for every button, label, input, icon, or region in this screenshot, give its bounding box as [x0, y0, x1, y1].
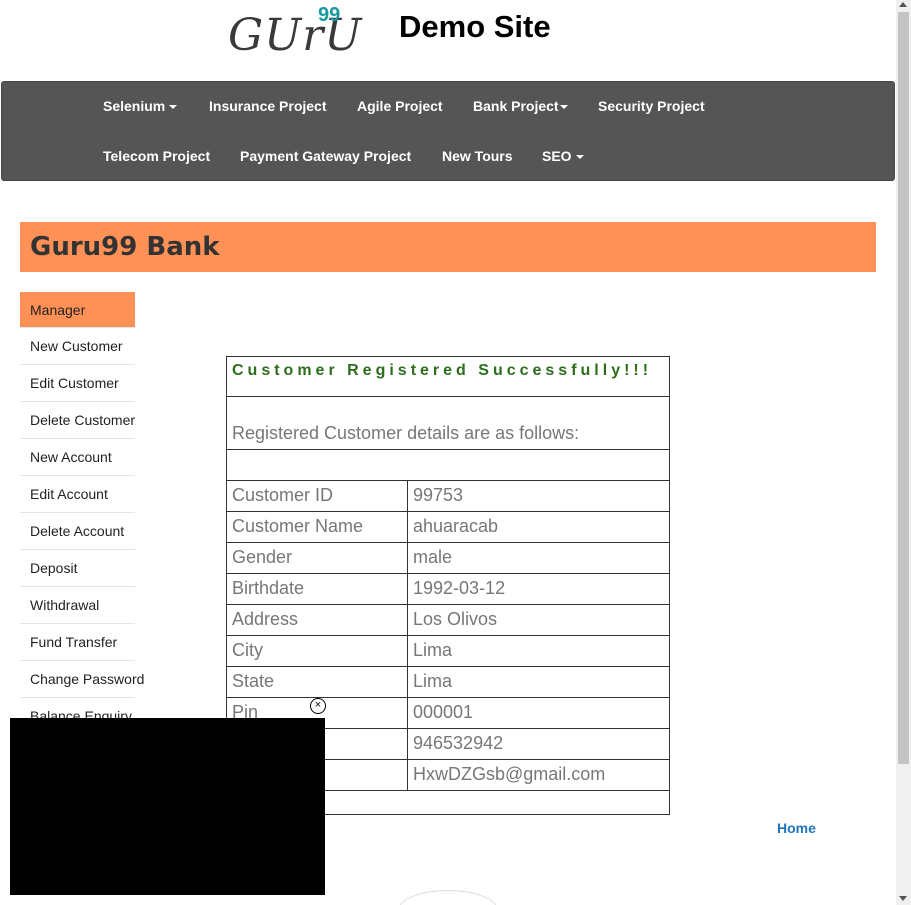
- nav-bank-project[interactable]: Bank Project: [473, 98, 568, 114]
- table-row: City Lima: [227, 636, 669, 667]
- nav-label: Agile Project: [357, 98, 443, 114]
- nav-insurance-project[interactable]: Insurance Project: [209, 98, 327, 114]
- row-key: City: [232, 640, 263, 660]
- nav-label: SEO: [542, 148, 572, 164]
- column-divider: [407, 543, 408, 573]
- caret-down-icon: [575, 155, 584, 160]
- row-key: Birthdate: [232, 578, 305, 598]
- details-intro: Registered Customer details are as follo…: [227, 397, 669, 450]
- table-row: Address Los Olivos: [227, 605, 669, 636]
- logo-superscript: 99: [318, 4, 341, 26]
- sidebar-item-new-customer[interactable]: New Customer: [20, 328, 135, 365]
- guru99-logo[interactable]: GUrU 99: [226, 4, 366, 61]
- row-key: Address: [232, 609, 299, 629]
- nav-label: Selenium: [103, 98, 166, 114]
- caret-down-icon: [169, 105, 178, 110]
- table-row: Gender male: [227, 543, 669, 574]
- top-navbar: Selenium Insurance Project Agile Project…: [1, 81, 895, 181]
- row-value: Lima: [413, 671, 453, 691]
- table-row: Customer ID 99753: [227, 481, 669, 512]
- nav-new-tours[interactable]: New Tours: [442, 148, 513, 164]
- nav-label: New Tours: [442, 148, 513, 164]
- close-icon[interactable]: ×: [310, 698, 326, 714]
- site-title: Demo Site: [399, 9, 551, 44]
- nav-label: Payment Gateway Project: [240, 148, 412, 164]
- sidebar-item-fund-transfer[interactable]: Fund Transfer: [20, 624, 135, 661]
- spacer-row: [227, 450, 669, 481]
- column-divider: [407, 512, 408, 542]
- column-divider: [407, 574, 408, 604]
- sidebar-menu: Manager New Customer Edit Customer Delet…: [20, 292, 144, 735]
- scroll-up-icon[interactable]: [899, 2, 907, 7]
- nav-selenium[interactable]: Selenium: [103, 98, 178, 114]
- bank-title: Guru99 Bank: [30, 232, 220, 262]
- success-heading: Customer Registered Successfully!!!: [227, 357, 669, 397]
- nav-agile-project[interactable]: Agile Project: [357, 98, 443, 114]
- column-divider: [407, 667, 408, 697]
- scroll-thumb[interactable]: [898, 12, 909, 764]
- sidebar-item-delete-account[interactable]: Delete Account: [20, 513, 135, 550]
- sidebar-item-edit-account[interactable]: Edit Account: [20, 476, 135, 513]
- sidebar-item-new-account[interactable]: New Account: [20, 439, 135, 476]
- table-row: Customer Name ahuaracab: [227, 512, 669, 543]
- row-value: ahuaracab: [413, 516, 499, 536]
- row-value: male: [413, 547, 453, 567]
- sidebar-item-change-password[interactable]: Change Password: [20, 661, 144, 698]
- row-value: HxwDZGsb@gmail.com: [413, 764, 606, 784]
- column-divider: [407, 636, 408, 666]
- column-divider: [407, 760, 408, 790]
- sidebar-item-edit-customer[interactable]: Edit Customer: [20, 365, 135, 402]
- row-value: 99753: [413, 485, 464, 505]
- row-key: Gender: [232, 547, 293, 567]
- nav-label: Bank Project: [473, 98, 559, 114]
- row-value: Los Olivos: [413, 609, 498, 629]
- decorative-arc: [398, 890, 498, 905]
- sidebar-item-withdrawal[interactable]: Withdrawal: [20, 587, 135, 624]
- logo-text: GUrU: [228, 10, 363, 61]
- nav-seo[interactable]: SEO: [542, 148, 584, 164]
- vertical-scrollbar[interactable]: [896, 0, 911, 905]
- nav-payment-gateway-project[interactable]: Payment Gateway Project: [240, 148, 411, 164]
- caret-down-icon: [559, 105, 568, 110]
- row-value: 1992-03-12: [413, 578, 506, 598]
- column-divider: [407, 605, 408, 635]
- row-key: Customer ID: [232, 485, 334, 505]
- nav-security-project[interactable]: Security Project: [598, 98, 705, 114]
- nav-label: Telecom Project: [103, 148, 211, 164]
- column-divider: [407, 481, 408, 511]
- row-value: 000001: [413, 702, 474, 722]
- row-key: State: [232, 671, 275, 691]
- row-value: Lima: [413, 640, 453, 660]
- home-link[interactable]: Home: [777, 820, 816, 836]
- sidebar-item-manager[interactable]: Manager: [20, 292, 135, 328]
- scroll-down-icon[interactable]: [899, 896, 907, 901]
- bank-banner: Guru99 Bank: [20, 222, 876, 272]
- row-key: Customer Name: [232, 516, 364, 536]
- nav-label: Security Project: [598, 98, 705, 114]
- column-divider: [407, 729, 408, 759]
- sidebar-item-delete-customer[interactable]: Delete Customer: [20, 402, 135, 439]
- column-divider: [407, 698, 408, 728]
- ad-overlay[interactable]: [10, 718, 325, 895]
- nav-label: Insurance Project: [209, 98, 327, 114]
- row-value: 946532942: [413, 733, 504, 753]
- nav-telecom-project[interactable]: Telecom Project: [103, 148, 210, 164]
- sidebar-item-deposit[interactable]: Deposit: [20, 550, 135, 587]
- table-row: Birthdate 1992-03-12: [227, 574, 669, 605]
- table-row: State Lima: [227, 667, 669, 698]
